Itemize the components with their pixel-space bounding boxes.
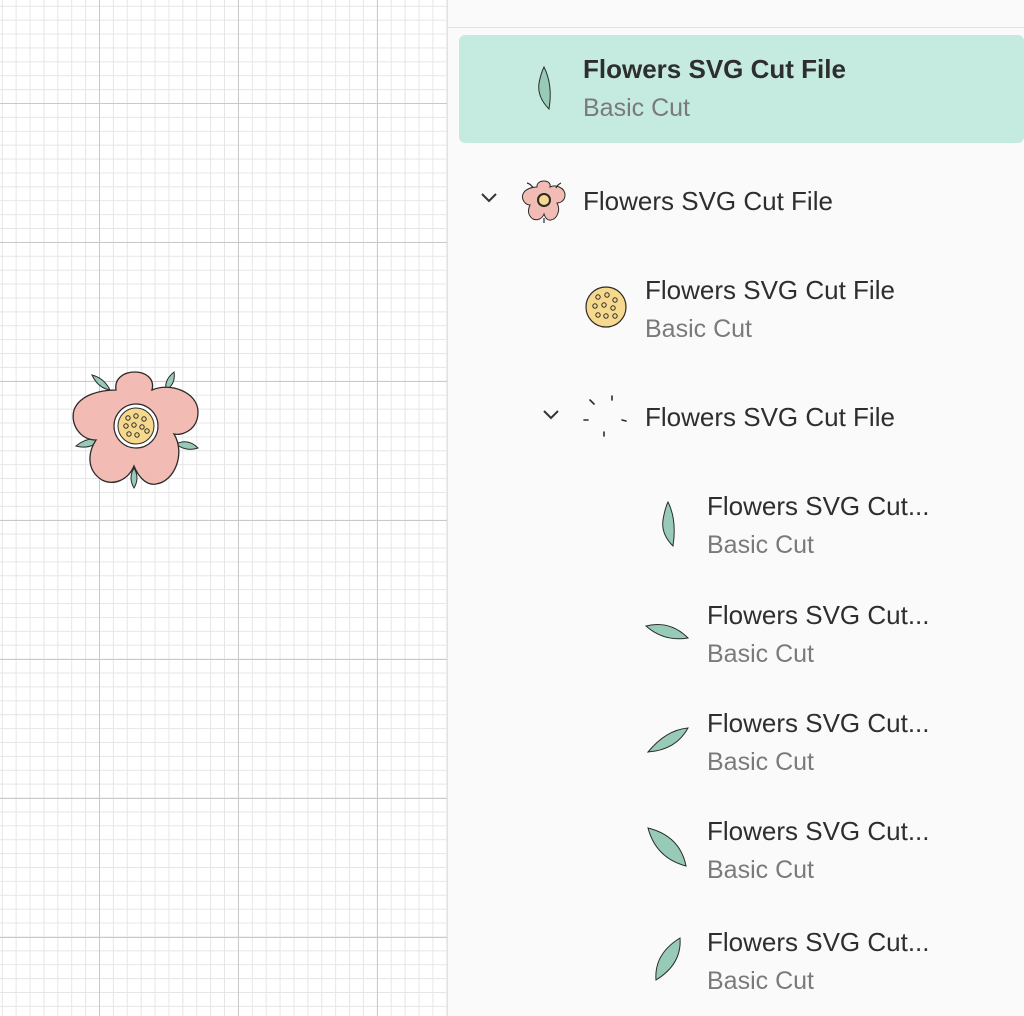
layer-title[interactable]: Flowers SVG Cut... [707, 491, 930, 521]
chevron-down-icon[interactable] [542, 409, 560, 421]
panel-top-border [448, 27, 1024, 28]
layer-subtitle: Basic Cut [707, 640, 814, 668]
layer-subtitle: Basic Cut [645, 315, 752, 343]
design-canvas[interactable] [0, 0, 447, 1016]
layer-title[interactable]: Flowers SVG Cut... [707, 927, 930, 957]
flower-center-icon [585, 286, 627, 328]
layer-title[interactable]: Flowers SVG Cut... [707, 816, 930, 846]
leaf-icon [647, 827, 687, 867]
layer-title[interactable]: Flowers SVG Cut File [645, 275, 895, 305]
leaf-icon [644, 624, 690, 640]
leaf-icon [538, 65, 551, 111]
layer-title[interactable]: Flowers SVG Cut File [645, 402, 895, 432]
leaf-icon [655, 937, 681, 981]
chevron-down-icon[interactable] [480, 192, 498, 204]
layer-title[interactable]: Flowers SVG Cut File [583, 186, 833, 216]
flower-group-icon [522, 180, 566, 223]
layer-subtitle: Basic Cut [707, 531, 814, 559]
leaf-icon [662, 500, 675, 548]
flower-design[interactable] [70, 360, 202, 492]
leaves-group-icon [583, 395, 627, 437]
leaf-icon [646, 727, 689, 753]
layer-subtitle: Basic Cut [707, 967, 814, 995]
layer-title[interactable]: Flowers SVG Cut... [707, 708, 930, 738]
layer-title: Flowers SVG Cut File [583, 54, 846, 84]
layer-subtitle: Basic Cut [583, 94, 690, 122]
layers-panel: Flowers SVG Cut File Basic Cut Flowers S… [448, 0, 1024, 1016]
layer-subtitle: Basic Cut [707, 748, 814, 776]
layer-row-selected[interactable]: Flowers SVG Cut File Basic Cut [459, 35, 1024, 143]
layer-title[interactable]: Flowers SVG Cut... [707, 600, 930, 630]
layer-subtitle: Basic Cut [707, 856, 814, 884]
